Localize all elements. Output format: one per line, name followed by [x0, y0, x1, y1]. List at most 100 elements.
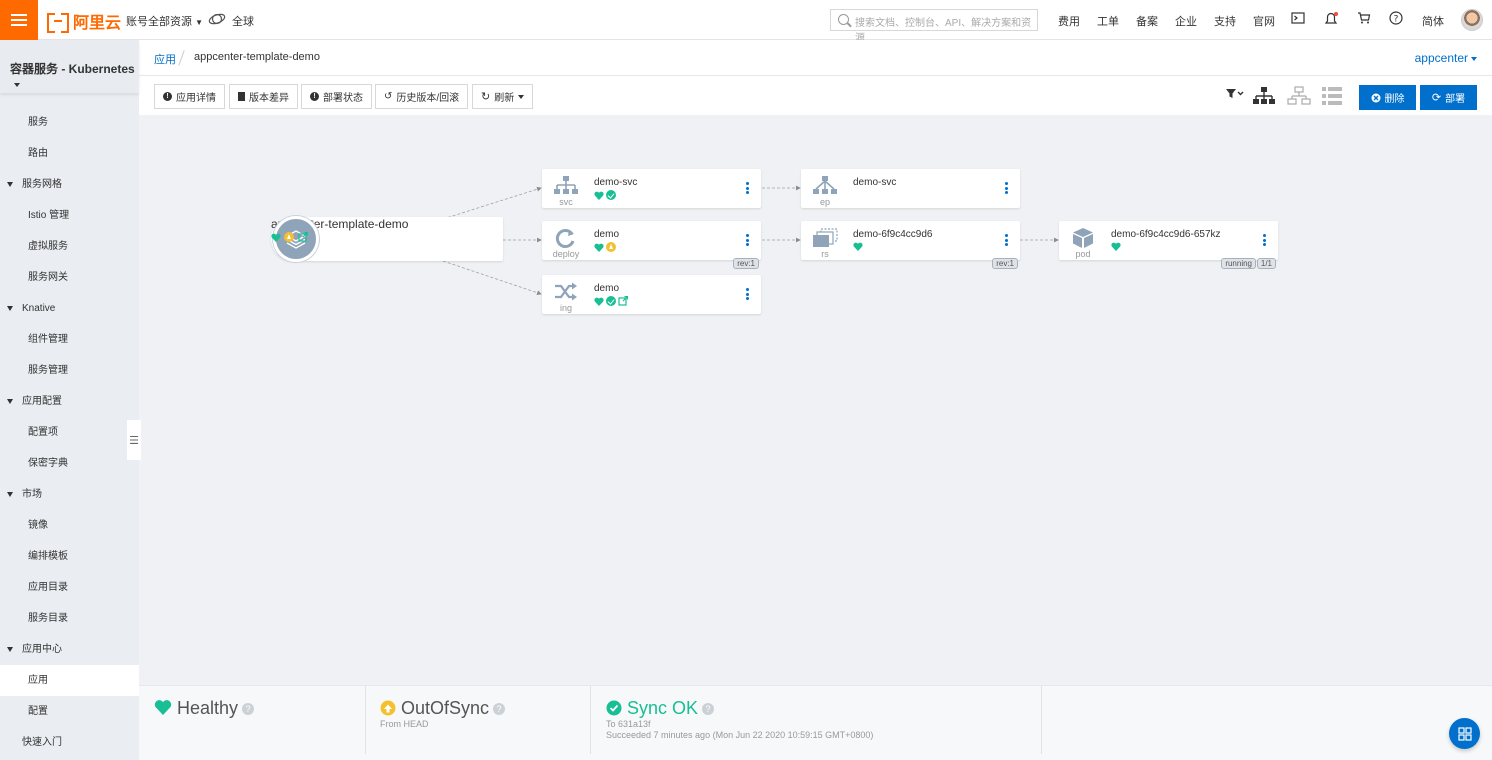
sidebar-item[interactable]: 组件管理 [0, 324, 139, 355]
version-diff-button[interactable]: 版本差异 [229, 84, 298, 109]
node-menu-icon[interactable] [1005, 182, 1008, 194]
sidebar-group[interactable]: 市场 [0, 479, 139, 510]
top-link-fees[interactable]: 费用 [1058, 13, 1080, 29]
top-link-filing[interactable]: 备案 [1136, 13, 1158, 29]
sidebar-item[interactable]: 服务 [0, 107, 139, 138]
refresh-dropdown-button[interactable]: ↻ 刷新 [472, 84, 534, 109]
help-icon[interactable]: ? [1388, 11, 1404, 27]
node-menu-icon[interactable] [746, 288, 749, 300]
node-name: demo [594, 229, 620, 240]
sidebar-item[interactable]: 配置项 [0, 417, 139, 448]
breadcrumb-separator [178, 50, 185, 66]
heart-icon [1111, 242, 1121, 251]
breadcrumb-apps-link[interactable]: 应用 [154, 51, 176, 67]
graph-node-service[interactable]: svc demo-svc [542, 169, 761, 208]
language-selector[interactable]: 简体 [1422, 13, 1444, 29]
app-details-button[interactable]: ! 应用详情 [154, 84, 225, 109]
node-kind: pod [1075, 249, 1091, 259]
sidebar-item[interactable]: 快速入门 [0, 727, 139, 758]
action-toolbar: ! 应用详情 版本差异 ! 部署状态 ↺ 历史版本/回滚 ↻ 刷新 删除 ⟳ 部署 [139, 76, 1492, 115]
cart-icon[interactable] [1356, 11, 1372, 27]
graph-node-replicaset[interactable]: rs demo-6f9c4cc9d6 rev:1 [801, 221, 1020, 269]
operation-status-panel: Sync OK? To 631a13f Succeeded 7 minutes … [591, 686, 1042, 754]
deploy-status-button[interactable]: ! 部署状态 [301, 84, 372, 109]
chevron-down-icon [518, 94, 525, 99]
chevron-down-icon [1471, 56, 1477, 61]
sidebar-item[interactable]: 服务网关 [0, 262, 139, 293]
sidebar-item[interactable]: 服务管理 [0, 355, 139, 386]
network-view-icon[interactable] [1287, 86, 1311, 109]
sidebar-item[interactable]: 编排模板 [0, 541, 139, 572]
top-link-tickets[interactable]: 工单 [1097, 13, 1119, 29]
notification-bell-icon[interactable] [1323, 11, 1339, 27]
node-status [853, 242, 863, 251]
sidebar-item[interactable]: 应用目录 [0, 572, 139, 603]
deploy-button[interactable]: ⟳ 部署 [1420, 85, 1477, 110]
sidebar-group[interactable]: 应用中心 [0, 634, 139, 665]
graph-node-pod[interactable]: pod demo-6f9c4cc9d6-657kz running 1/1 [1059, 221, 1278, 269]
help-icon[interactable]: ? [702, 703, 715, 716]
breadcrumb: 应用 appcenter-template-demo appcenter [139, 40, 1492, 76]
node-menu-icon[interactable] [746, 182, 749, 194]
sidebar-group[interactable]: Knative [0, 293, 139, 324]
terminal-icon[interactable] [1290, 11, 1306, 27]
grid-menu-fab-icon[interactable] [1449, 718, 1480, 749]
node-kind: deploy [552, 249, 580, 259]
top-link-enterprise[interactable]: 企业 [1175, 13, 1197, 29]
help-icon[interactable]: ? [242, 703, 255, 716]
heart-icon [154, 700, 172, 715]
graph-node-ingress[interactable]: ing demo [542, 275, 761, 314]
hamburger-menu-icon[interactable] [0, 0, 38, 40]
sync-status-panel: OutOfSync? From HEAD [366, 686, 591, 754]
sidebar-group[interactable]: 应用配置 [0, 386, 139, 417]
aliyun-logo[interactable]: 阿里云 [47, 9, 121, 33]
sidebar-item[interactable]: 镜像 [0, 510, 139, 541]
revision-tag: rev:1 [733, 258, 759, 269]
external-link-icon[interactable] [298, 232, 308, 242]
node-kind: ing [559, 303, 572, 313]
sidebar-product-title[interactable]: 容器服务 - Kubernetes [0, 40, 139, 93]
namespace-dropdown[interactable]: appcenter [1415, 51, 1477, 65]
sidebar-item[interactable]: 路由 [0, 138, 139, 169]
region-selector[interactable]: 全球 [232, 13, 254, 29]
node-menu-icon[interactable] [1005, 234, 1008, 246]
node-name: demo-6f9c4cc9d6 [853, 229, 933, 240]
graph-node-deployment[interactable]: deploy demo rev:1 [542, 221, 761, 269]
sidebar-item[interactable]: 服务目录 [0, 603, 139, 634]
sidebar-item[interactable]: 虚拟服务 [0, 231, 139, 262]
user-avatar[interactable] [1461, 9, 1483, 31]
node-status [1111, 242, 1121, 251]
sidebar: 容器服务 - Kubernetes 路由与负载均衡服务路由服务网格Istio 管… [0, 40, 141, 760]
node-name: demo-6f9c4cc9d6-657kz [1111, 229, 1221, 240]
document-icon [238, 92, 245, 101]
sidebar-item[interactable]: 保密字典 [0, 448, 139, 479]
sidebar-item[interactable]: 应用 [0, 665, 139, 696]
ingress-shuffle-icon [555, 282, 577, 301]
globe-icon [208, 11, 226, 30]
node-menu-icon[interactable] [1263, 234, 1266, 246]
help-icon[interactable]: ? [493, 703, 506, 716]
operation-revision: To 631a13f [606, 719, 651, 729]
sidebar-group[interactable]: 服务网格 [0, 169, 139, 200]
resource-tree-graph: appcenter-template-demo svc demo-svc dep… [139, 115, 1492, 685]
filter-icon[interactable] [1225, 86, 1245, 105]
out-of-sync-icon [606, 242, 616, 252]
history-rollback-button[interactable]: ↺ 历史版本/回滚 [375, 84, 469, 109]
health-status: Healthy? [154, 698, 255, 719]
top-link-website[interactable]: 官网 [1253, 13, 1275, 29]
node-menu-icon[interactable] [746, 234, 749, 246]
list-view-icon[interactable] [1321, 86, 1343, 109]
graph-node-endpoints[interactable]: ep demo-svc [801, 169, 1020, 208]
delete-button[interactable]: 删除 [1359, 85, 1416, 110]
sidebar-item[interactable]: Istio 管理 [0, 200, 139, 231]
account-scope-dropdown[interactable]: 账号全部资源 ▼ [126, 13, 203, 29]
search-input[interactable]: 搜索文档、控制台、API、解决方案和资源 [830, 9, 1038, 44]
revision-tag: rev:1 [992, 258, 1018, 269]
page-title: appcenter-template-demo [194, 51, 320, 63]
graph-node-application[interactable]: appcenter-template-demo [271, 216, 503, 262]
pod-status-tag: running [1221, 258, 1256, 269]
tree-view-icon[interactable] [1252, 86, 1276, 109]
sidebar-item[interactable]: 配置 [0, 696, 139, 727]
top-link-support[interactable]: 支持 [1214, 13, 1236, 29]
external-link-icon[interactable] [618, 296, 628, 306]
